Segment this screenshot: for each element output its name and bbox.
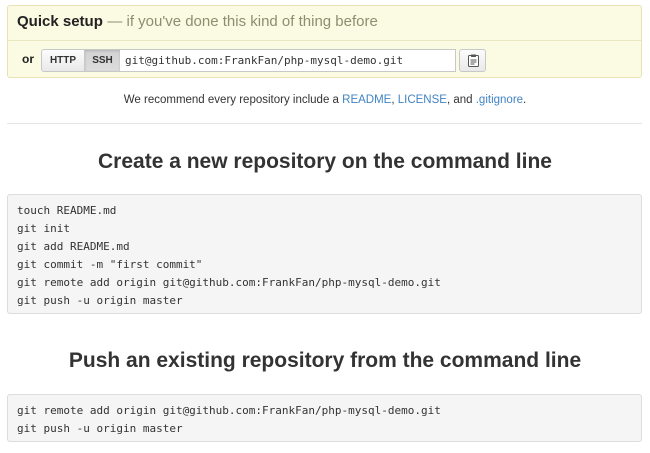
- code-line: git push -u origin master: [17, 294, 183, 307]
- divider: [7, 123, 642, 124]
- clone-url-row: or HTTP SSH: [8, 41, 641, 78]
- license-link[interactable]: LICENSE: [398, 94, 447, 106]
- quick-setup-subtitle: — if you've done this kind of thing befo…: [107, 13, 378, 30]
- code-line: git init: [17, 222, 70, 235]
- quick-setup-header: Quick setup — if you've done this kind o…: [8, 6, 641, 41]
- code-line: git commit -m "first commit": [17, 258, 203, 271]
- code-line: git remote add origin git@github.com:Fra…: [17, 276, 441, 289]
- push-repository-title: Push an existing repository from the com…: [68, 349, 582, 372]
- create-repository-title: Create a new repository on the command l…: [98, 150, 552, 173]
- recommend-separator-2: , and: [446, 94, 476, 106]
- http-button[interactable]: HTTP: [41, 49, 85, 72]
- quick-setup-box: Quick setup — if you've done this kind o…: [7, 5, 642, 78]
- readme-link[interactable]: README: [342, 94, 391, 106]
- ssh-button[interactable]: SSH: [84, 49, 121, 72]
- code-line: git add README.md: [17, 240, 130, 253]
- clone-url-input[interactable]: [120, 49, 456, 72]
- code-line: touch README.md: [17, 204, 117, 217]
- recommend-prefix: We recommend every repository include a: [123, 94, 343, 106]
- code-line: git push -u origin master: [17, 422, 183, 435]
- push-repository-code[interactable]: git remote add origin git@github.com:Fra…: [7, 394, 642, 442]
- recommend-text: We recommend every repository include a …: [0, 94, 650, 106]
- quick-setup-title: Quick setup: [17, 13, 103, 30]
- recommend-suffix: .: [523, 94, 527, 106]
- gitignore-link[interactable]: .gitignore: [476, 94, 523, 106]
- code-line: git remote add origin git@github.com:Fra…: [17, 404, 441, 417]
- or-label: or: [22, 52, 34, 66]
- copy-to-clipboard-button[interactable]: [459, 49, 486, 72]
- create-repository-code[interactable]: touch README.md git init git add README.md…: [7, 194, 642, 314]
- clipboard-icon: [468, 54, 479, 67]
